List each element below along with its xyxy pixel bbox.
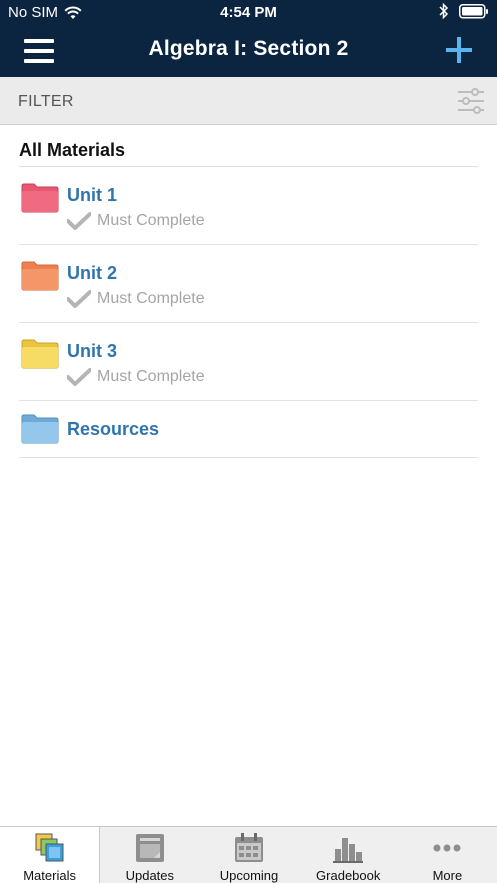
list-item[interactable]: Resources [19, 401, 478, 458]
calendar-icon [235, 833, 263, 862]
materials-list: Unit 1 Must Complete Unit 2 Must Complet… [19, 167, 478, 458]
item-name[interactable]: Resources [67, 419, 159, 440]
updates-icon [135, 834, 164, 862]
tab-label: Materials [23, 868, 76, 883]
folder-icon [21, 183, 59, 213]
filter-label: FILTER [18, 93, 74, 110]
tab-bar: Materials Updates Upcoming Gradebook Mor… [0, 826, 497, 883]
tab-materials[interactable]: Materials [0, 827, 101, 883]
status-text: Must Complete [97, 290, 205, 307]
status-text: Must Complete [97, 212, 205, 229]
nav-bar: Algebra I: Section 2 [0, 25, 497, 77]
tab-label: Upcoming [219, 868, 279, 883]
tab-more[interactable]: More [398, 827, 497, 883]
tab-label: Gradebook [316, 868, 381, 883]
bluetooth-icon [439, 3, 449, 19]
tab-upcoming[interactable]: Upcoming [199, 827, 298, 883]
item-status: Must Complete [67, 290, 205, 308]
filter-bar[interactable]: FILTER [0, 77, 497, 125]
tab-updates[interactable]: Updates [100, 827, 199, 883]
page-title: Algebra I: Section 2 [148, 37, 349, 60]
tab-label: More [432, 868, 463, 883]
checkmark-icon [67, 290, 91, 308]
item-name[interactable]: Unit 2 [67, 263, 117, 284]
battery-icon [459, 3, 488, 18]
add-button[interactable] [445, 36, 473, 64]
status-time: 4:54 PM [220, 4, 277, 21]
item-name[interactable]: Unit 1 [67, 185, 117, 206]
tab-label: Updates [125, 868, 175, 883]
section-heading: All Materials [19, 140, 126, 160]
gradebook-icon [333, 838, 364, 863]
item-status: Must Complete [67, 212, 205, 230]
folder-icon [21, 414, 59, 444]
item-name[interactable]: Unit 3 [67, 341, 117, 362]
list-item[interactable]: Unit 2 Must Complete [19, 245, 478, 323]
more-icon [433, 844, 461, 852]
checkmark-icon [67, 212, 91, 230]
status-bar: No SIM 4:54 PM [0, 0, 497, 25]
list-item[interactable]: Unit 3 Must Complete [19, 323, 478, 401]
tab-gradebook[interactable]: Gradebook [299, 827, 398, 883]
folder-icon [21, 339, 59, 369]
status-right [439, 3, 489, 19]
status-text: Must Complete [97, 368, 205, 385]
folder-icon [21, 261, 59, 291]
materials-icon [35, 833, 64, 862]
item-status: Must Complete [67, 368, 205, 386]
sliders-icon[interactable] [457, 87, 485, 115]
list-item[interactable]: Unit 1 Must Complete [19, 167, 478, 245]
checkmark-icon [67, 368, 91, 386]
